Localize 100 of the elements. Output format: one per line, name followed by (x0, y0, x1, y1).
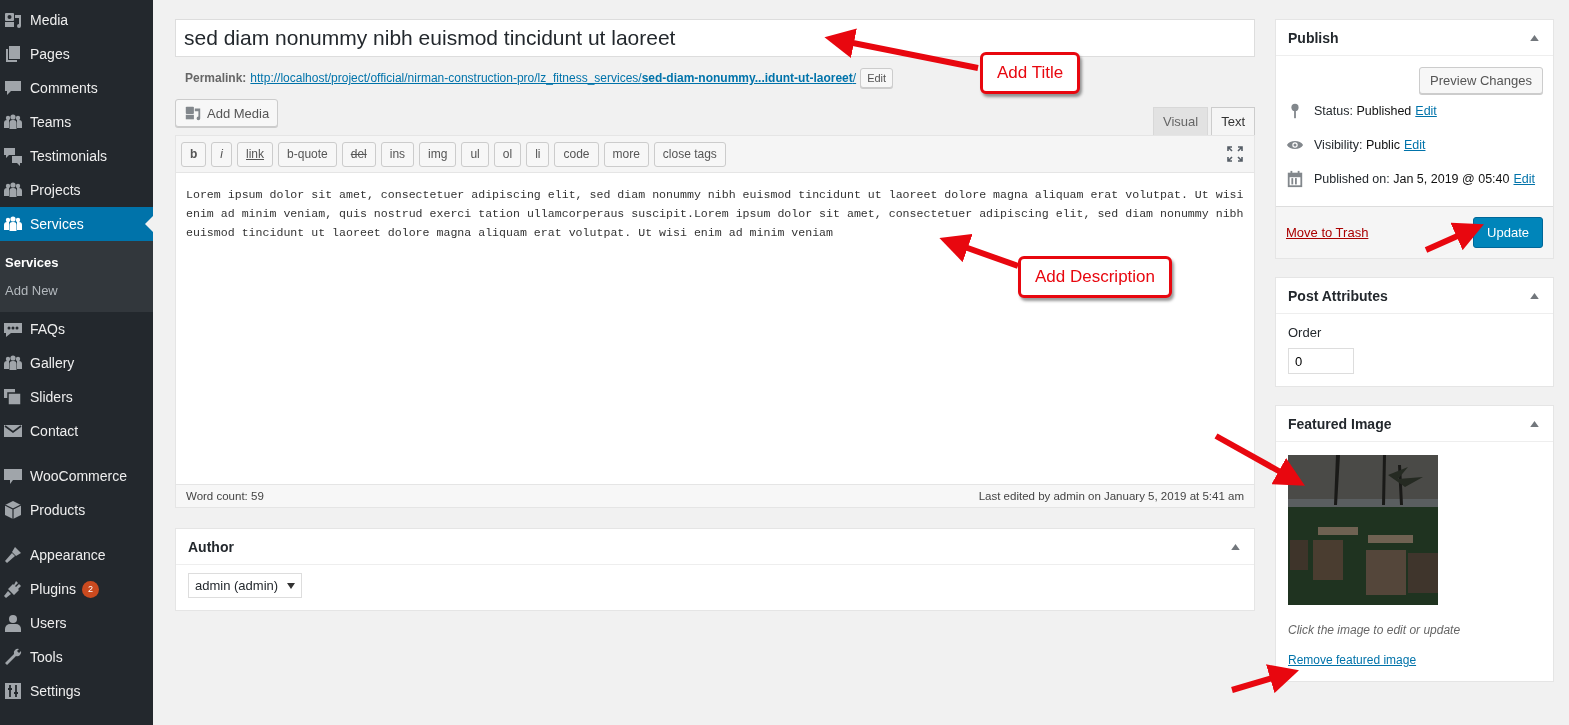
sidebar-item[interactable]: Projects (0, 173, 153, 207)
sidebar-label: Plugins (30, 581, 76, 597)
sidebar-label: Contact (30, 423, 79, 439)
sidebar-item[interactable]: FAQs (0, 312, 153, 346)
collapse-toggle-icon[interactable] (1530, 292, 1539, 299)
chat-bubble-icon (3, 466, 23, 486)
wrench-icon (3, 647, 23, 667)
editor-text[interactable]: Lorem ipsum dolor sit amet, consectetuer adipiscing elit, sed diam nonummy nibh euismod tincidunt ut laoreet dolore magna aliquam erat volutpat. Ut wisi enim ad minim veniam, quis nostrud exerci tation ullamcorperaus suscipit.Lorem ipsum dolor sit amet, consectetuer adipiscing elit, sed diam nonummy nibh euismod tincidunt ut laoreet dolore magna aliquam erat volutpat. Ut wisi enim ad minim veniam (186, 185, 1244, 242)
sidebar-item[interactable]: Sliders (0, 380, 153, 414)
title-field[interactable]: sed diam nonummy nibh euismod tincidunt ut laoreet (175, 19, 1255, 57)
sidebar-item[interactable]: Comments (0, 71, 153, 105)
word-count: Word count: 59 (186, 490, 264, 502)
sidebar-label: Users (30, 615, 67, 631)
update-count-badge: 2 (81, 580, 99, 598)
box-title: Featured Image (1288, 415, 1392, 432)
format-button[interactable]: b (181, 141, 207, 167)
collapse-toggle-icon[interactable] (1530, 420, 1539, 427)
format-button[interactable]: ol (493, 141, 522, 167)
people-icon (3, 180, 23, 200)
sidebar-label: Tools (30, 649, 63, 665)
preview-changes-button[interactable]: Preview Changes (1419, 67, 1543, 94)
sidebar-label: Appearance (30, 547, 106, 563)
add-media-button[interactable]: Add Media (175, 99, 279, 127)
sidebar-label: WooCommerce (30, 468, 127, 484)
update-button[interactable]: Update (1473, 217, 1543, 248)
sidebar-item[interactable]: Media (0, 3, 153, 37)
format-button[interactable]: link (237, 141, 274, 167)
sidebar-item[interactable]: Gallery (0, 346, 153, 380)
remove-featured-image-link[interactable]: Remove featured image (1288, 653, 1417, 667)
sidebar-item[interactable]: Settings (0, 674, 153, 708)
sidebar-item[interactable]: Tools (0, 640, 153, 674)
callout-label: Add Title (980, 52, 1081, 94)
caret-icon (287, 582, 296, 589)
box-icon (3, 500, 23, 520)
sidebar-label: Projects (30, 182, 81, 198)
collapse-toggle-icon[interactable] (1231, 543, 1240, 550)
sidebar-item[interactable]: Users (0, 606, 153, 640)
people-icon (3, 353, 23, 373)
sidebar-label: Gallery (30, 355, 75, 371)
format-button[interactable]: ul (461, 141, 489, 167)
people-icon (3, 214, 23, 234)
plug-icon (3, 579, 23, 599)
submenu-item[interactable]: Services (0, 248, 153, 276)
edit-link[interactable]: Edit (1513, 172, 1536, 186)
sidebar-label: Media (30, 12, 69, 28)
sidebar-label: FAQs (30, 321, 65, 337)
permalink-link[interactable]: http://localhost/project/official/nirman-construction-pro/lz_fitness_services/sed-diam-nonummy...idunt-ut-laoreet/ (250, 71, 857, 85)
editor-tab[interactable]: Text (1211, 107, 1255, 135)
publish-info: Status: Published (1314, 104, 1412, 118)
sidebar-label: Pages (30, 46, 70, 62)
sidebar-item[interactable]: Contact (0, 414, 153, 448)
sliders-icon (3, 681, 23, 701)
fullscreen-icon[interactable] (1227, 146, 1243, 162)
media-icon (3, 10, 23, 30)
publish-info: Published on: Jan 5, 2019 @ 05:40 (1314, 172, 1510, 186)
box-title: Post Attributes (1288, 287, 1388, 304)
order-field[interactable]: 0 (1288, 348, 1354, 374)
box-title: Author (188, 538, 234, 555)
submenu-item[interactable]: Add New (0, 276, 153, 304)
sidebar-label: Services (30, 216, 84, 232)
document-icon (3, 44, 23, 64)
edit-link[interactable]: Edit (1415, 104, 1437, 118)
sidebar-label: Teams (30, 114, 72, 130)
format-button[interactable]: ins (380, 141, 415, 167)
edit-link[interactable]: Edit (1403, 138, 1426, 152)
format-button[interactable]: del (341, 141, 376, 167)
format-button[interactable]: code (554, 141, 599, 167)
edit-button[interactable]: Edit (860, 68, 894, 88)
sidebar-item[interactable]: Teams (0, 105, 153, 139)
sidebar-label: Testimonials (30, 148, 108, 164)
speech-bubbles-icon (3, 146, 23, 166)
sidebar-item[interactable]: Appearance (0, 538, 153, 572)
format-button[interactable]: li (526, 141, 550, 167)
sidebar-item[interactable]: WooCommerce (0, 459, 153, 493)
last-edited-note: Last edited by admin on January 5, 2019 at 5:41 am (978, 490, 1244, 502)
format-button[interactable]: b-quote (278, 141, 337, 167)
move-to-trash-link[interactable]: Move to Trash (1286, 225, 1369, 240)
order-label: Order (1288, 325, 1323, 340)
sidebar-item[interactable]: Products (0, 493, 153, 527)
format-button[interactable]: i (211, 141, 232, 167)
sidebar-item[interactable]: Plugins 2 (0, 572, 153, 606)
image-caption: Click the image to edit or update (1288, 623, 1462, 637)
people-icon (3, 112, 23, 132)
format-button[interactable]: close tags (653, 141, 726, 167)
collapse-toggle-icon[interactable] (1530, 34, 1539, 41)
sidebar-item[interactable]: Pages (0, 37, 153, 71)
sidebar-item[interactable]: Services (0, 207, 153, 241)
publish-info: Visibility: Public (1314, 138, 1400, 152)
sidebar-item[interactable]: Testimonials (0, 139, 153, 173)
media-icon (184, 104, 202, 122)
sidebar-label: Sliders (30, 389, 73, 405)
sidebar-label: Comments (30, 80, 98, 96)
format-button[interactable]: img (419, 141, 457, 167)
permalink-label: Permalink: (185, 71, 247, 85)
editor-tab[interactable]: Visual (1152, 107, 1209, 135)
person-icon (3, 613, 23, 633)
format-button[interactable]: more (603, 141, 649, 167)
author-select[interactable]: admin (admin) (188, 573, 303, 598)
box-title: Publish (1288, 29, 1339, 46)
arrow (1424, 222, 1484, 253)
